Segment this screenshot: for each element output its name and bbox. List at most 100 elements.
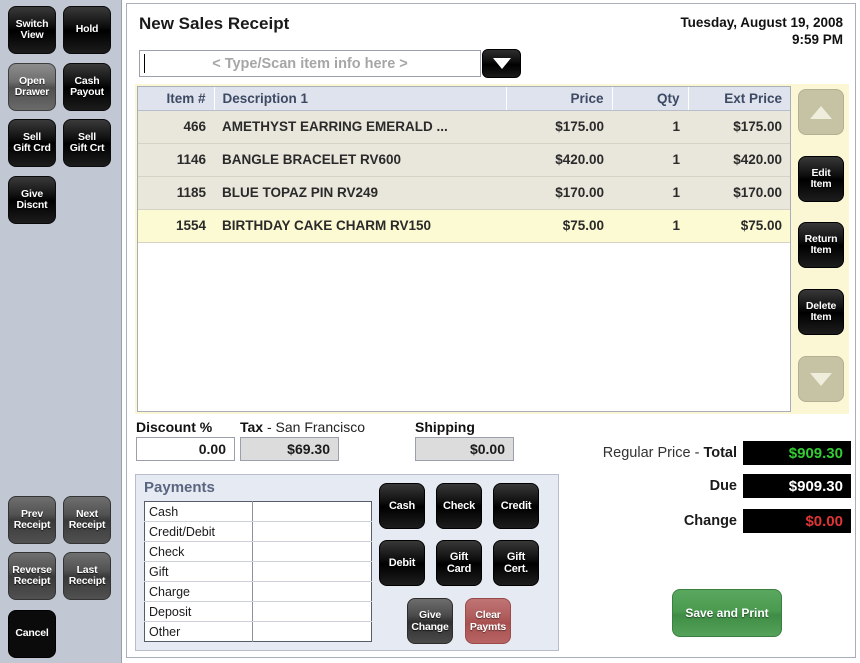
cell-ext-price: $175.00: [688, 110, 790, 144]
payment-method-name: Check: [144, 541, 254, 562]
text-caret: [144, 54, 145, 73]
cell-ext-price: $420.00: [688, 143, 790, 177]
cell-qty: 1: [612, 209, 688, 243]
due-value: $909.30: [788, 477, 843, 495]
button-label-line1: Debit: [388, 557, 416, 569]
sidebar-button-reverse-receipt[interactable]: Reverse Receipt: [8, 552, 56, 600]
payment-amount[interactable]: [252, 521, 372, 542]
payment-amount[interactable]: [252, 581, 372, 602]
clear-payments-button[interactable]: Clear Paymts: [465, 598, 511, 644]
cell-price: $170.00: [506, 176, 612, 210]
scan-dropdown-button[interactable]: [482, 49, 521, 78]
cell-item-number: 1554: [138, 209, 214, 243]
sidebar-button-sell-gift-cert[interactable]: Sell Gift Crt: [63, 119, 111, 167]
payment-amount[interactable]: [252, 501, 372, 522]
list-item[interactable]: Credit/Debit: [144, 521, 372, 542]
button-label-line2: View: [20, 29, 44, 41]
payment-button-gift-card[interactable]: Gift Card: [436, 540, 482, 586]
payment-amount[interactable]: [252, 601, 372, 622]
button-label-line2: Receipt: [68, 575, 106, 587]
list-item[interactable]: Other: [144, 621, 372, 642]
button-label-line2: Payout: [70, 86, 104, 98]
change-label: Change: [683, 513, 737, 529]
payment-amount[interactable]: [252, 541, 372, 562]
cell-price: $75.00: [506, 209, 612, 243]
total-value: $909.30: [788, 444, 843, 462]
sidebar-button-cancel[interactable]: Cancel: [8, 610, 56, 658]
sidebar-button-prev-receipt[interactable]: Prev Receipt: [8, 496, 56, 544]
total-label-text: Total: [703, 445, 737, 461]
list-item[interactable]: Charge: [144, 581, 372, 602]
cell-ext-price: $170.00: [688, 176, 790, 210]
sidebar-button-open-drawer[interactable]: Open Drawer: [8, 63, 56, 111]
grid-scroll-down-button[interactable]: [798, 356, 844, 402]
column-header-description[interactable]: Description 1: [214, 87, 507, 111]
payment-amount[interactable]: [252, 561, 372, 582]
triangle-up-icon: [810, 105, 832, 119]
cell-description: BIRTHDAY CAKE CHARM RV150: [214, 209, 506, 243]
sidebar-button-last-receipt[interactable]: Last Receipt: [63, 552, 111, 600]
list-item[interactable]: Check: [144, 541, 372, 562]
payment-method-name: Gift: [144, 561, 254, 582]
discount-input[interactable]: 0.00: [136, 437, 235, 461]
button-label-line2: Item: [810, 244, 832, 256]
payment-button-check[interactable]: Check: [436, 483, 482, 529]
payment-method-name: Charge: [144, 581, 254, 602]
column-header-ext-price[interactable]: Ext Price: [688, 87, 790, 111]
button-label-line1: Hold: [75, 23, 99, 36]
return-item-button[interactable]: Return Item: [798, 222, 844, 268]
scan-input[interactable]: [139, 50, 481, 77]
column-header-price[interactable]: Price: [506, 87, 613, 111]
payment-button-cash[interactable]: Cash: [379, 483, 425, 529]
table-row[interactable]: 1146 BANGLE BRACELET RV600 $420.00 1 $42…: [138, 143, 790, 177]
payment-button-credit[interactable]: Credit: [493, 483, 539, 529]
list-item[interactable]: Deposit: [144, 601, 372, 622]
items-grid-container: Item # Description 1 Price Qty Ext Price…: [135, 84, 849, 414]
column-header-qty[interactable]: Qty: [612, 87, 689, 111]
list-item[interactable]: Cash: [144, 501, 372, 522]
grid-scroll-up-button[interactable]: [798, 89, 844, 135]
table-header-row: Item # Description 1 Price Qty Ext Price: [138, 87, 790, 111]
payments-table: Cash Credit/Debit Check Gift Charge Depo…: [144, 501, 372, 642]
cell-price: $175.00: [506, 110, 612, 144]
cell-qty: 1: [612, 176, 688, 210]
button-label-line2: Drawer: [14, 86, 50, 98]
payment-amount[interactable]: [252, 621, 372, 642]
delete-item-button[interactable]: Delete Item: [798, 289, 844, 335]
sidebar-button-cash-payout[interactable]: Cash Payout: [63, 63, 111, 111]
cell-description: BANGLE BRACELET RV600: [214, 143, 506, 177]
save-and-print-button[interactable]: Save and Print: [672, 589, 782, 637]
cell-ext-price: $75.00: [688, 209, 790, 243]
items-table: Item # Description 1 Price Qty Ext Price…: [138, 87, 790, 243]
list-item[interactable]: Gift: [144, 561, 372, 582]
cell-item-number: 1185: [138, 176, 214, 210]
give-change-button[interactable]: Give Change: [407, 598, 453, 644]
cell-description: AMETHYST EARRING EMERALD ...: [214, 110, 506, 144]
left-toolbar: Switch View Hold Open Drawer Cash Payout…: [0, 0, 122, 663]
receipt-form: New Sales Receipt Tuesday, August 19, 20…: [126, 3, 856, 658]
column-header-item-number[interactable]: Item #: [138, 87, 215, 111]
change-value: $0.00: [805, 512, 843, 530]
edit-item-button[interactable]: Edit Item: [798, 156, 844, 202]
button-label-line2: Change: [411, 621, 449, 633]
sidebar-button-hold[interactable]: Hold: [63, 6, 111, 54]
payment-button-gift-cert[interactable]: Gift Cert.: [493, 540, 539, 586]
button-label-line2: Item: [810, 311, 832, 323]
table-row[interactable]: 1185 BLUE TOPAZ PIN RV249 $170.00 1 $170…: [138, 176, 790, 210]
cell-qty: 1: [612, 110, 688, 144]
table-row[interactable]: 466 AMETHYST EARRING EMERALD ... $175.00…: [138, 110, 790, 144]
sidebar-button-give-discount[interactable]: Give Discnt: [8, 176, 56, 224]
scan-bar: [139, 49, 521, 78]
sidebar-button-switch-view[interactable]: Switch View: [8, 6, 56, 54]
current-time: 9:59 PM: [791, 32, 843, 47]
tax-label: Tax - San Francisco: [240, 419, 365, 435]
total-label-prefix: Regular Price -: [602, 445, 704, 461]
change-value-display: $0.00: [743, 509, 851, 533]
items-grid[interactable]: Item # Description 1 Price Qty Ext Price…: [137, 86, 791, 412]
button-label-line2: Discnt: [16, 199, 48, 211]
table-row-selected[interactable]: 1554 BIRTHDAY CAKE CHARM RV150 $75.00 1 …: [138, 209, 790, 243]
payment-button-debit[interactable]: Debit: [379, 540, 425, 586]
payments-title: Payments: [144, 479, 215, 496]
sidebar-button-sell-gift-card[interactable]: Sell Gift Crd: [8, 119, 56, 167]
sidebar-button-next-receipt[interactable]: Next Receipt: [63, 496, 111, 544]
